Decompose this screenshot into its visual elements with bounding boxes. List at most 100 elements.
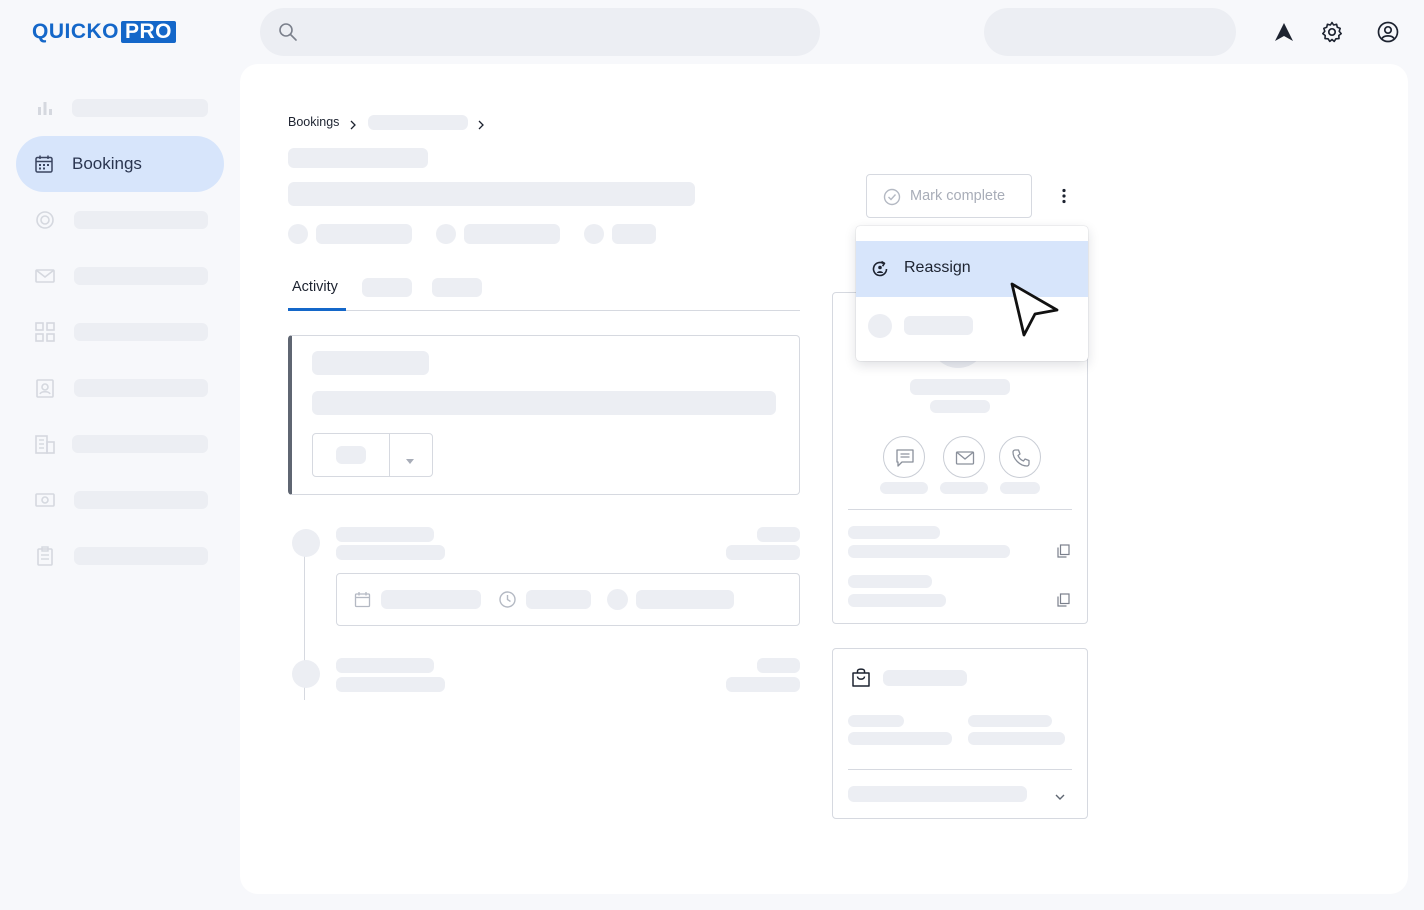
caret-down-icon[interactable] <box>406 452 414 470</box>
menu-item-placeholder[interactable] <box>904 316 973 335</box>
order-field-label-placeholder <box>968 715 1052 727</box>
call-button[interactable] <box>999 436 1041 478</box>
mail-icon[interactable] <box>34 265 56 287</box>
field-label-placeholder <box>848 526 940 539</box>
kebab-menu-icon[interactable] <box>1054 186 1074 206</box>
breadcrumb-placeholder[interactable] <box>368 115 468 130</box>
cash-icon[interactable] <box>34 489 56 511</box>
search-bar[interactable] <box>260 8 820 56</box>
calendar-icon <box>35 155 53 173</box>
copy-icon[interactable] <box>1057 544 1070 563</box>
sidebar-item-placeholder[interactable] <box>72 99 208 117</box>
timeline-item-time-placeholder <box>757 658 800 673</box>
timeline-item-date-placeholder <box>726 677 800 692</box>
tab-placeholder[interactable] <box>432 278 482 297</box>
timeline-item-title-placeholder <box>336 658 434 673</box>
split-button[interactable] <box>312 433 433 477</box>
email-button[interactable] <box>943 436 985 478</box>
sidebar-item-placeholder[interactable] <box>74 547 208 565</box>
app-logo[interactable]: QUICKO PRO <box>32 19 177 45</box>
sidebar-item-placeholder[interactable] <box>74 379 208 397</box>
menu-item-label: Reassign <box>904 259 971 276</box>
phone-icon <box>1012 449 1030 467</box>
mail-icon <box>955 451 975 465</box>
field-value-placeholder <box>848 545 1010 558</box>
timeline-item-title-placeholder <box>336 527 434 542</box>
tabs-divider <box>288 310 800 311</box>
sidebar-item-placeholder[interactable] <box>74 211 208 229</box>
sidebar-item-bookings[interactable]: Bookings <box>16 136 224 192</box>
building-icon[interactable] <box>34 433 56 455</box>
sidebar-item-placeholder[interactable] <box>74 491 208 509</box>
meta-icon-placeholder <box>288 224 308 244</box>
meta-placeholder <box>612 224 656 244</box>
bar-chart-icon[interactable] <box>34 97 56 119</box>
grid-icon[interactable] <box>34 321 56 343</box>
order-expand-placeholder[interactable] <box>848 786 1027 802</box>
meta-icon-placeholder <box>436 224 456 244</box>
split-button-label-placeholder[interactable] <box>336 446 366 464</box>
timeline-item-sub-placeholder <box>336 545 445 560</box>
clock-icon <box>498 590 517 614</box>
field-value-placeholder <box>848 594 946 607</box>
sidebar-item-label: Bookings <box>72 154 142 173</box>
target-icon[interactable] <box>34 209 56 231</box>
order-field-label-placeholder <box>848 715 904 727</box>
mouse-cursor-icon <box>1010 282 1060 338</box>
account-circle-icon[interactable] <box>1376 20 1400 44</box>
tab-activity[interactable]: Activity <box>292 279 338 295</box>
meta-placeholder <box>316 224 412 244</box>
order-field-value-placeholder <box>848 732 952 745</box>
detail-person-placeholder <box>636 590 734 609</box>
shopping-bag-icon <box>850 666 872 693</box>
id-badge-icon[interactable] <box>34 377 56 399</box>
split-divider <box>389 434 390 476</box>
menu-item-icon-placeholder <box>868 314 892 338</box>
check-circle-icon <box>883 188 901 206</box>
breadcrumb-root[interactable]: Bookings <box>288 115 339 129</box>
gear-icon[interactable] <box>1320 20 1344 44</box>
mark-complete-button[interactable]: Mark complete <box>866 174 1032 218</box>
page-title-placeholder <box>288 182 695 206</box>
breadcrumb: Bookings <box>288 115 339 129</box>
timeline-item-time-placeholder <box>757 527 800 542</box>
chevron-right-icon <box>476 117 486 135</box>
search-icon <box>279 23 297 41</box>
clipboard-icon[interactable] <box>34 545 56 567</box>
contact-role-placeholder <box>930 400 990 413</box>
tab-active-indicator <box>288 308 346 311</box>
logo-text: QUICKO <box>32 20 119 43</box>
order-divider <box>848 769 1072 770</box>
calendar-icon <box>354 591 371 613</box>
top-placeholder-pill[interactable] <box>984 8 1236 56</box>
composer-input-placeholder[interactable] <box>312 391 776 415</box>
detail-time-placeholder <box>526 590 591 609</box>
copy-icon[interactable] <box>1057 593 1070 612</box>
action-label-placeholder <box>940 482 988 494</box>
tab-placeholder[interactable] <box>362 278 412 297</box>
timeline-item-sub-placeholder <box>336 677 445 692</box>
mark-complete-label: Mark complete <box>910 188 1006 204</box>
detail-avatar-placeholder <box>607 589 628 610</box>
field-label-placeholder <box>848 575 932 588</box>
meta-placeholder <box>464 224 560 244</box>
composer-title-placeholder <box>312 351 429 375</box>
sidebar-item-placeholder[interactable] <box>74 267 208 285</box>
message-button[interactable] <box>883 436 925 478</box>
chevron-down-icon[interactable] <box>1054 789 1066 807</box>
sidebar-item-placeholder[interactable] <box>72 435 208 453</box>
timeline-avatar-placeholder <box>292 660 320 688</box>
chevron-right-icon <box>348 117 358 135</box>
chat-icon <box>896 449 914 467</box>
reassign-icon <box>872 260 888 277</box>
subtitle-placeholder <box>288 148 428 168</box>
contact-divider <box>848 509 1072 510</box>
action-label-placeholder <box>880 482 928 494</box>
sidebar-item-placeholder[interactable] <box>74 323 208 341</box>
contact-name-placeholder <box>910 379 1010 395</box>
navigation-arrow-icon[interactable] <box>1272 20 1296 44</box>
order-title-placeholder <box>883 670 967 686</box>
order-field-value-placeholder <box>968 732 1065 745</box>
timeline-item-date-placeholder <box>726 545 800 560</box>
detail-date-placeholder <box>381 590 481 609</box>
